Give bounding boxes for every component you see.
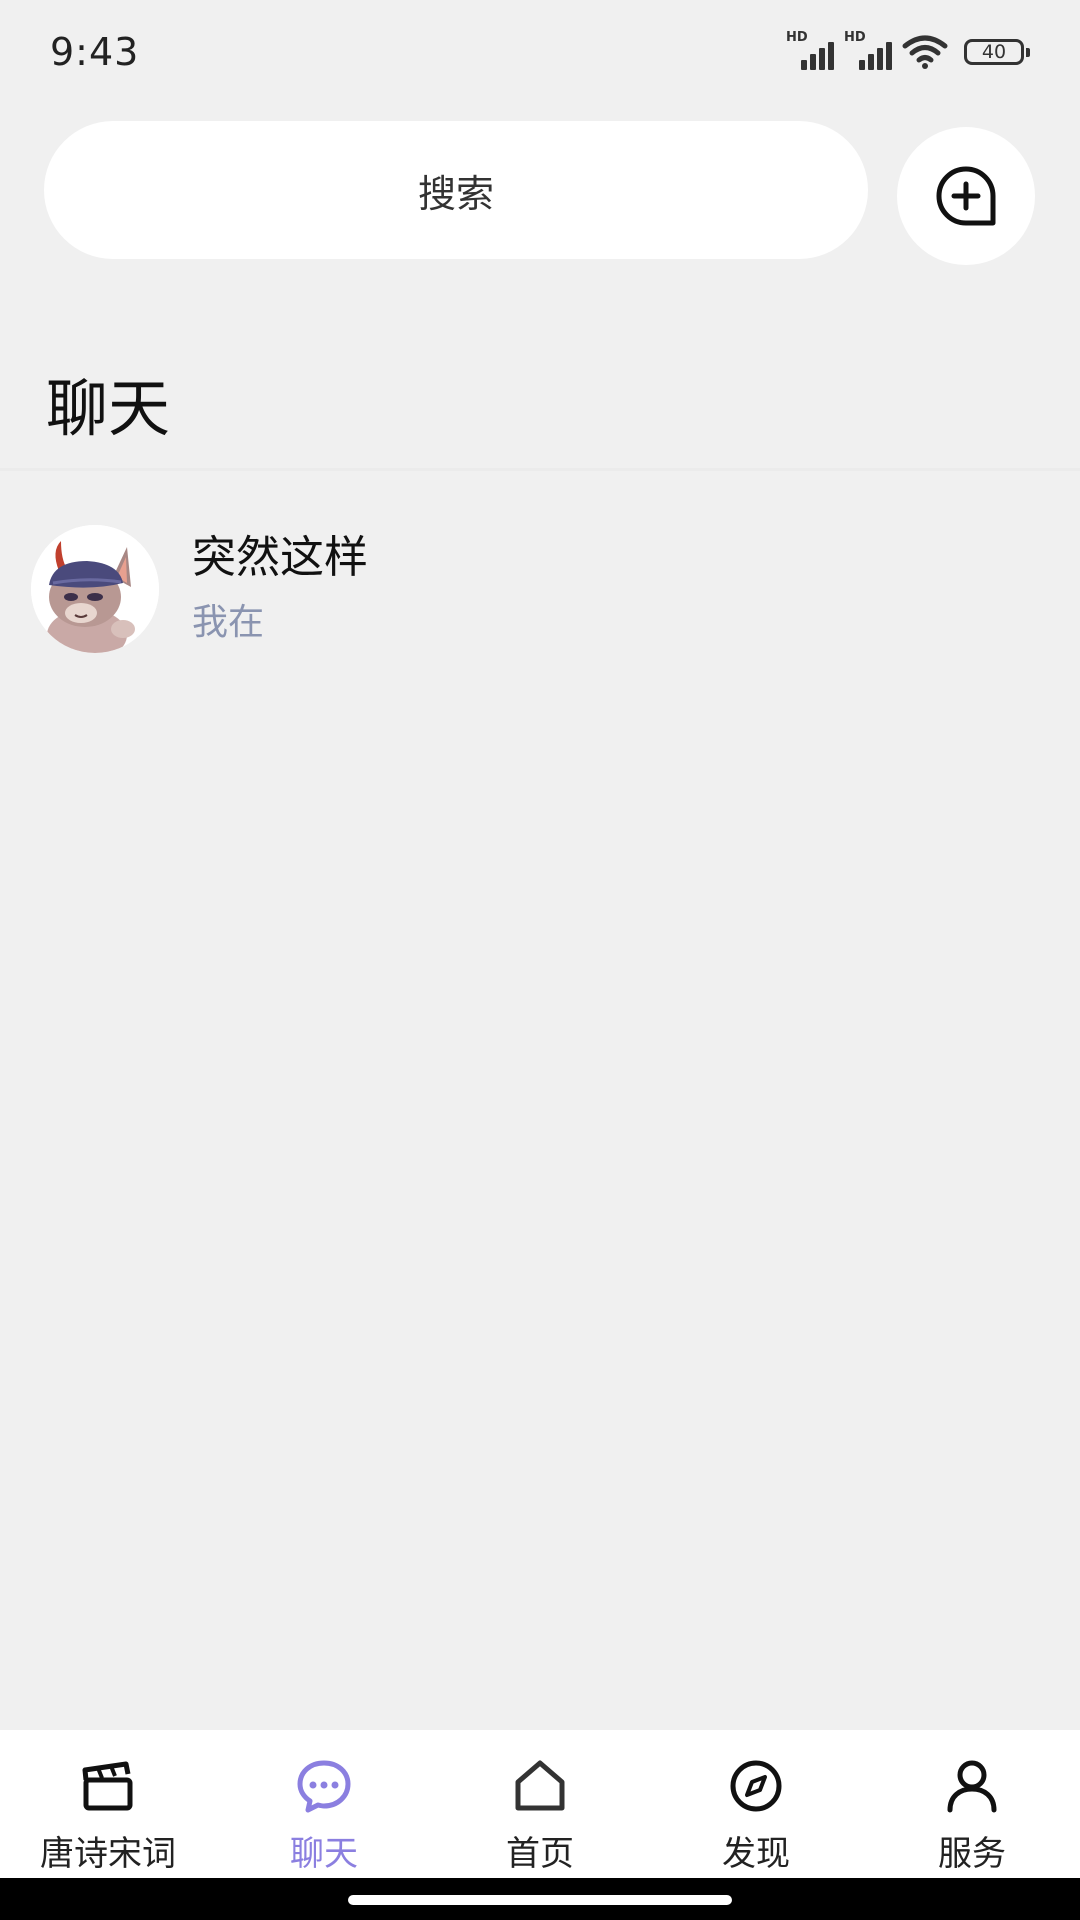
nav-label-service: 服务	[938, 1834, 1006, 1874]
status-time: 9:43	[50, 30, 140, 74]
nav-item-discover[interactable]: 发现	[648, 1730, 864, 1878]
nav-label-discover: 发现	[722, 1834, 790, 1874]
add-chat-icon	[936, 166, 996, 226]
person-icon	[947, 1760, 997, 1813]
search-placeholder: 搜索	[417, 171, 494, 216]
nav-label-home: 首页	[506, 1834, 574, 1874]
home-icon	[515, 1760, 565, 1811]
signal-1-icon: HD	[786, 30, 834, 72]
search-input[interactable]: 搜索	[44, 121, 868, 259]
nav-item-service[interactable]: 服务	[864, 1730, 1080, 1878]
nav-item-home[interactable]: 首页	[432, 1730, 648, 1878]
chat-preview: 我在	[192, 602, 265, 643]
cat-character-avatar-icon	[31, 525, 159, 653]
new-chat-button[interactable]	[897, 127, 1035, 265]
divider	[0, 468, 1080, 471]
nav-item-chat[interactable]: 聊天	[216, 1730, 432, 1878]
compass-icon	[730, 1760, 782, 1812]
nav-label-poetry: 唐诗宋词	[40, 1834, 176, 1874]
status-bar: 9:43 HD HD 40	[0, 0, 1080, 105]
home-indicator[interactable]	[348, 1895, 732, 1905]
chat-bubble-icon	[297, 1760, 351, 1813]
status-icons: HD HD 40	[786, 30, 1030, 72]
signal-2-icon: HD	[844, 30, 892, 72]
chat-list-item[interactable]: 突然这样 我在	[0, 505, 1080, 665]
nav-item-poetry[interactable]: 唐诗宋词	[0, 1730, 216, 1878]
chat-name: 突然这样	[192, 532, 368, 583]
clapperboard-icon	[82, 1761, 133, 1811]
wifi-icon	[902, 35, 948, 69]
chat-screen: 9:43 HD HD 40 搜索 聊天 突然这样 我在 唐诗宋词 聊天 首页 发…	[0, 0, 1080, 1920]
bottom-nav: 唐诗宋词 聊天 首页 发现 服务	[0, 1730, 1080, 1878]
nav-label-chat: 聊天	[290, 1834, 358, 1874]
battery-icon: 40	[964, 39, 1030, 65]
page-title: 聊天	[46, 372, 171, 445]
avatar[interactable]	[31, 525, 159, 653]
